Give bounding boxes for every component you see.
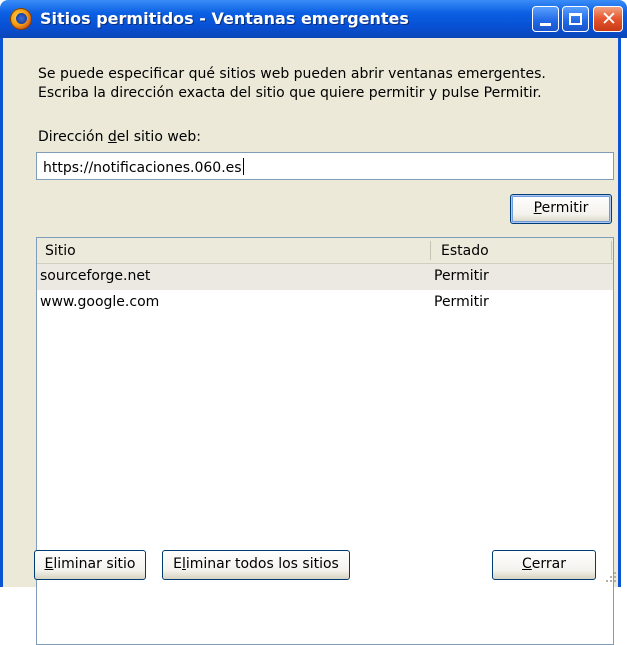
resize-grip[interactable] bbox=[606, 572, 618, 584]
close-button[interactable]: Cerrar bbox=[492, 550, 596, 580]
permit-button[interactable]: Permitir bbox=[510, 194, 612, 224]
close-label: errar bbox=[531, 556, 566, 572]
window-title: Sitios permitidos - Ventanas emergentes bbox=[40, 9, 409, 28]
minimize-button[interactable] bbox=[532, 6, 559, 32]
permit-button-label: ermitir bbox=[541, 200, 589, 216]
site-cell: sourceforge.net bbox=[40, 268, 151, 284]
maximize-icon bbox=[569, 13, 582, 25]
column-picker[interactable] bbox=[611, 241, 612, 260]
address-input-value: https://notificaciones.060.es bbox=[43, 160, 242, 176]
permit-button-mnemonic: P bbox=[533, 200, 542, 216]
column-header-status[interactable]: Estado bbox=[441, 243, 489, 259]
list-item[interactable]: sourceforge.net Permitir bbox=[37, 264, 613, 290]
address-label: Dirección del sitio web: bbox=[38, 129, 201, 145]
remove-all-pre: E bbox=[173, 556, 182, 572]
address-label-pre: Dirección bbox=[38, 129, 108, 145]
remove-site-button[interactable]: Eliminar sitio bbox=[34, 550, 146, 580]
close-mnemonic: C bbox=[522, 556, 532, 572]
remove-site-label: liminar sitio bbox=[53, 556, 136, 572]
title-bar[interactable]: Sitios permitidos - Ventanas emergentes … bbox=[0, 0, 627, 38]
description: Se puede especificar qué sitios web pued… bbox=[38, 65, 598, 103]
close-icon: ✕ bbox=[601, 8, 617, 30]
text-caret bbox=[242, 158, 244, 175]
close-window-button[interactable]: ✕ bbox=[593, 6, 623, 32]
remove-all-sites-button[interactable]: Eliminar todos los sitios bbox=[162, 550, 350, 580]
column-header-site[interactable]: Sitio bbox=[45, 243, 76, 259]
list-header: Sitio Estado bbox=[37, 238, 613, 264]
popup-exceptions-dialog: Sitios permitidos - Ventanas emergentes … bbox=[0, 0, 627, 645]
address-input[interactable]: https://notificaciones.060.es bbox=[36, 152, 614, 180]
status-cell: Permitir bbox=[434, 268, 489, 284]
maximize-button[interactable] bbox=[562, 6, 589, 32]
address-label-post: el sitio web: bbox=[116, 129, 201, 145]
firefox-icon bbox=[10, 8, 32, 30]
minimize-icon bbox=[540, 23, 551, 26]
address-label-mnemonic: d bbox=[107, 129, 117, 145]
list-item[interactable]: www.google.com Permitir bbox=[37, 290, 613, 316]
sites-list[interactable]: Sitio Estado sourceforge.net Permitir ww… bbox=[36, 237, 614, 645]
description-line-2: Escriba la dirección exacta del sitio qu… bbox=[38, 85, 542, 101]
site-cell: www.google.com bbox=[40, 294, 160, 310]
column-separator[interactable] bbox=[430, 241, 431, 260]
description-line-1: Se puede especificar qué sitios web pued… bbox=[38, 66, 546, 82]
remove-all-label: iminar todos los sitios bbox=[185, 556, 339, 572]
status-cell: Permitir bbox=[434, 294, 489, 310]
